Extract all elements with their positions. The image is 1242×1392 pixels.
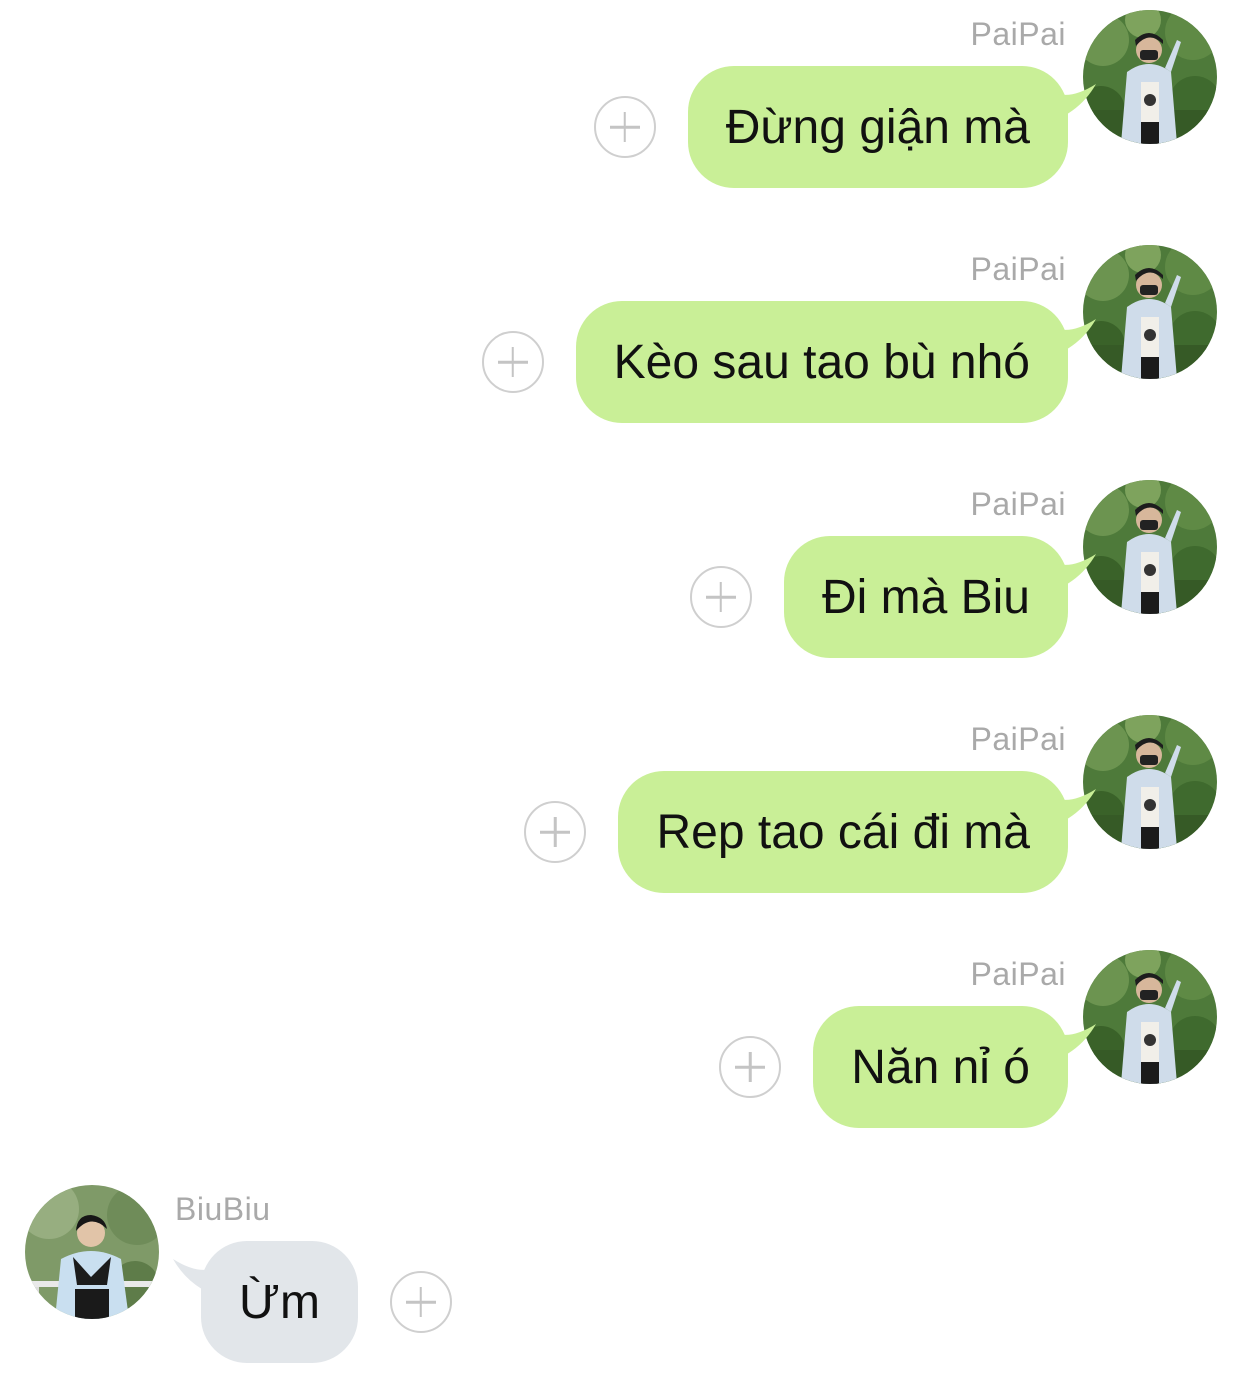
sender-name: PaiPai <box>970 16 1066 52</box>
add-reaction-icon[interactable] <box>481 331 544 393</box>
sender-avatar[interactable] <box>1083 480 1217 614</box>
message-text: Rep tao cái đi mà <box>656 805 1030 859</box>
sender-avatar[interactable] <box>1083 950 1217 1084</box>
sender-avatar[interactable] <box>25 1185 159 1319</box>
sender-name: PaiPai <box>970 251 1066 287</box>
sender-name: PaiPai <box>970 956 1066 992</box>
message-bubble[interactable]: Kèo sau tao bù nhó <box>575 301 1096 423</box>
message-row: PaiPai Đi mà Biu <box>0 478 1242 678</box>
chat-thread: PaiPai Đừng giận mà PaiPai Kèo sau tao b… <box>0 0 1242 1392</box>
add-reaction-icon[interactable] <box>689 566 752 628</box>
message-row: PaiPai Rep tao cái đi mà <box>0 713 1242 913</box>
message-text: Ừm <box>239 1275 320 1329</box>
bubble-tail <box>1038 76 1096 126</box>
message-bubble[interactable]: Đừng giận mà <box>687 66 1096 188</box>
message-text: Đừng giận mà <box>725 100 1030 154</box>
message-bubble[interactable]: Năn nỉ ó <box>813 1006 1096 1128</box>
message-row: PaiPai Năn nỉ ó <box>0 948 1242 1148</box>
sender-avatar[interactable] <box>1083 715 1217 849</box>
sender-avatar[interactable] <box>1083 10 1217 144</box>
message-bubble[interactable]: Ừm <box>173 1241 358 1363</box>
add-reaction-icon[interactable] <box>389 1271 452 1333</box>
message-text: Kèo sau tao bù nhó <box>613 335 1030 389</box>
sender-name: BiuBiu <box>175 1191 271 1227</box>
add-reaction-icon[interactable] <box>593 96 656 158</box>
bubble-tail <box>173 1251 231 1301</box>
message-bubble[interactable]: Đi mà Biu <box>783 536 1096 658</box>
bubble-tail <box>1038 546 1096 596</box>
message-text: Năn nỉ ó <box>851 1040 1030 1094</box>
message-row: PaiPai Kèo sau tao bù nhó <box>0 243 1242 443</box>
sender-avatar[interactable] <box>1083 245 1217 379</box>
sender-name: PaiPai <box>970 721 1066 757</box>
add-reaction-icon[interactable] <box>719 1036 782 1098</box>
bubble-tail <box>1038 311 1096 361</box>
message-row: PaiPai Đừng giận mà <box>0 8 1242 208</box>
bubble-tail <box>1038 781 1096 831</box>
message-row: BiuBiu Ừm <box>0 1183 1242 1383</box>
add-reaction-icon[interactable] <box>524 801 587 863</box>
message-bubble[interactable]: Rep tao cái đi mà <box>618 771 1096 893</box>
message-text: Đi mà Biu <box>821 570 1030 624</box>
bubble-tail <box>1038 1016 1096 1066</box>
sender-name: PaiPai <box>970 486 1066 522</box>
